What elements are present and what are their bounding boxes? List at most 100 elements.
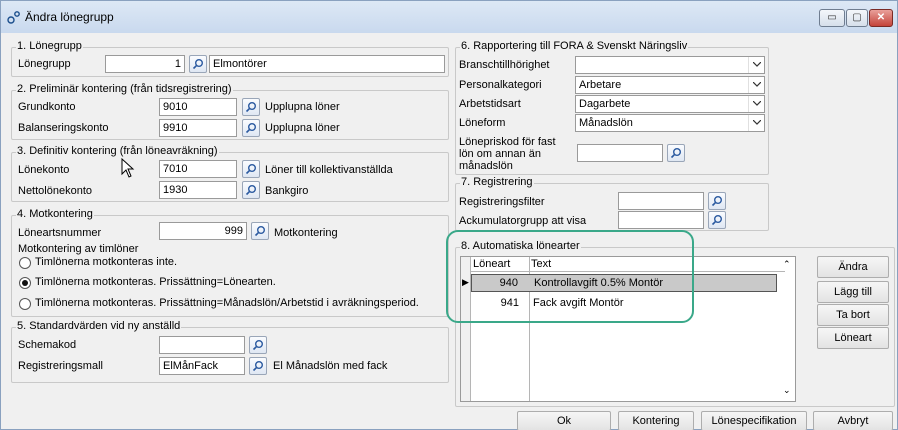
grid-scrollbar[interactable]: ⌃ ⌄ — [779, 257, 795, 401]
loneart-button[interactable]: Löneart — [817, 327, 889, 349]
search-icon — [711, 196, 722, 207]
timloner-radio-label-2[interactable]: Timlönerna motkonteras. Prissättning=Mån… — [35, 297, 419, 309]
chevron-down-icon[interactable] — [748, 57, 764, 73]
loneartsnummer-input[interactable]: 999 — [159, 222, 247, 240]
balanseringskonto-input[interactable]: 9910 — [159, 119, 237, 137]
search-icon — [254, 226, 265, 237]
window-title: Ändra lönegrupp — [25, 10, 114, 24]
ackumulatorgrupp-search-button[interactable] — [708, 211, 726, 229]
timloner-radio-1[interactable] — [19, 277, 31, 289]
registreringsmall-label: Registreringsmall — [18, 360, 103, 372]
search-icon — [252, 340, 263, 351]
nettolonekonto-label: Nettolönekonto — [18, 185, 92, 197]
registreringsfilter-input[interactable] — [618, 192, 704, 210]
grundkonto-input[interactable]: 9010 — [159, 98, 237, 116]
minimize-button[interactable]: ▭ — [819, 9, 845, 27]
search-icon — [252, 361, 263, 372]
branschtillhorighet-select[interactable] — [575, 56, 765, 74]
loneform-label: Löneform — [459, 117, 506, 129]
grundkonto-search-button[interactable] — [242, 98, 260, 116]
loneartsnummer-label: Löneartsnummer — [18, 227, 102, 239]
nettolonekonto-input[interactable]: 1930 — [159, 181, 237, 199]
group-standardvarden-legend: 5. Standardvärden vid ny anställd — [16, 320, 182, 332]
ackumulatorgrupp-label: Ackumulatorgrupp att visa — [459, 215, 587, 227]
search-icon — [670, 148, 681, 159]
lonekonto-input[interactable]: 7010 — [159, 160, 237, 178]
timloner-radio-label-1[interactable]: Timlönerna motkonteras. Prissättning=Lön… — [35, 276, 276, 288]
registreringsmall-search-button[interactable] — [249, 357, 267, 375]
search-icon — [245, 185, 256, 196]
grundkonto-label: Grundkonto — [18, 101, 76, 113]
grundkonto-desc: Upplupna löner — [265, 101, 340, 113]
chevron-down-icon[interactable] — [748, 77, 764, 93]
scroll-down-icon[interactable]: ⌄ — [783, 385, 791, 396]
group-rapportering-legend: 6. Rapportering till FORA & Svenskt Näri… — [460, 40, 689, 52]
schemakod-input[interactable] — [159, 336, 245, 354]
maximize-icon: ▢ — [852, 12, 862, 23]
loneartsnummer-desc: Motkontering — [274, 227, 338, 239]
personalkategori-label: Personalkategori — [459, 79, 542, 91]
search-icon — [245, 164, 256, 175]
lonegrupp-name-input[interactable]: Elmontörer — [209, 55, 445, 73]
mouse-cursor-icon — [121, 158, 135, 178]
lonespecifikation-button[interactable]: Lönespecifikation — [701, 411, 807, 430]
registreringsmall-input[interactable]: ElMånFack — [159, 357, 245, 375]
andra-button[interactable]: Ändra — [817, 256, 889, 278]
balanseringskonto-desc: Upplupna löner — [265, 122, 340, 134]
chevron-down-icon[interactable] — [748, 96, 764, 112]
lonegrupp-label: Lönegrupp — [18, 58, 71, 70]
ta-bort-button[interactable]: Ta bort — [817, 304, 889, 326]
group-registrering-legend: 7. Registrering — [460, 176, 534, 188]
scroll-up-icon[interactable]: ⌃ — [783, 259, 791, 270]
loneform-select[interactable]: Månadslön — [575, 114, 765, 132]
lonepriskod-label-line2: lön om annan än — [459, 148, 541, 160]
highlight-annotation — [446, 230, 694, 323]
search-icon — [192, 59, 203, 70]
lagg-till-button[interactable]: Lägg till — [817, 281, 889, 303]
dialog-window: Ändra lönegrupp ▭ ▢ ✕ 1. Lönegrupp Löneg… — [0, 0, 898, 430]
timloner-radio-label-0[interactable]: Timlönerna motkonteras inte. — [35, 256, 177, 268]
close-button[interactable]: ✕ — [869, 9, 893, 27]
branschtillhorighet-label: Branschtillhörighet — [459, 59, 550, 71]
lonepriskod-search-button[interactable] — [667, 144, 685, 162]
lonegrupp-search-button[interactable] — [189, 55, 207, 73]
personalkategori-value: Arbetare — [579, 79, 622, 91]
loneform-value: Månadslön — [579, 117, 633, 129]
lonepriskod-input[interactable] — [577, 144, 663, 162]
group-lonegrupp-legend: 1. Lönegrupp — [16, 40, 83, 52]
personalkategori-select[interactable]: Arbetare — [575, 76, 765, 94]
lonepriskod-label-line3: månadslön — [459, 160, 513, 172]
lonekonto-desc: Löner till kollektivanställda — [265, 164, 393, 176]
timloner-radio-2[interactable] — [19, 298, 31, 310]
nettolonekonto-search-button[interactable] — [242, 181, 260, 199]
lonegrupp-input[interactable]: 1 — [105, 55, 185, 73]
avbryt-button[interactable]: Avbryt — [813, 411, 893, 430]
chevron-down-icon[interactable] — [748, 115, 764, 131]
lonekonto-search-button[interactable] — [242, 160, 260, 178]
minimize-icon: ▭ — [827, 12, 837, 23]
group-definitiv-legend: 3. Definitiv kontering (från löneavräkni… — [16, 145, 219, 157]
kontering-button[interactable]: Kontering — [618, 411, 694, 430]
arbetstidsart-value: Dagarbete — [579, 98, 631, 110]
lonepriskod-label-line1: Lönepriskod för fast — [459, 136, 556, 148]
maximize-button[interactable]: ▢ — [846, 9, 868, 27]
loneartsnummer-search-button[interactable] — [251, 222, 269, 240]
timloner-heading: Motkontering av timlöner — [18, 243, 139, 255]
title-bar[interactable]: Ändra lönegrupp ▭ ▢ ✕ — [1, 1, 897, 33]
search-icon — [245, 123, 256, 134]
search-icon — [711, 215, 722, 226]
lonekonto-label: Lönekonto — [18, 164, 70, 176]
timloner-radio-0[interactable] — [19, 257, 31, 269]
search-icon — [245, 102, 256, 113]
balanseringskonto-search-button[interactable] — [242, 119, 260, 137]
arbetstidsart-label: Arbetstidsart — [459, 98, 521, 110]
registreringsmall-desc: El Månadslön med fack — [273, 360, 388, 372]
schemakod-search-button[interactable] — [249, 336, 267, 354]
ackumulatorgrupp-input[interactable] — [618, 211, 704, 229]
ok-button[interactable]: Ok — [517, 411, 611, 430]
registreringsfilter-label: Registreringsfilter — [459, 196, 545, 208]
registreringsfilter-search-button[interactable] — [708, 192, 726, 210]
app-icon — [7, 10, 21, 24]
arbetstidsart-select[interactable]: Dagarbete — [575, 95, 765, 113]
balanseringskonto-label: Balanseringskonto — [18, 122, 109, 134]
